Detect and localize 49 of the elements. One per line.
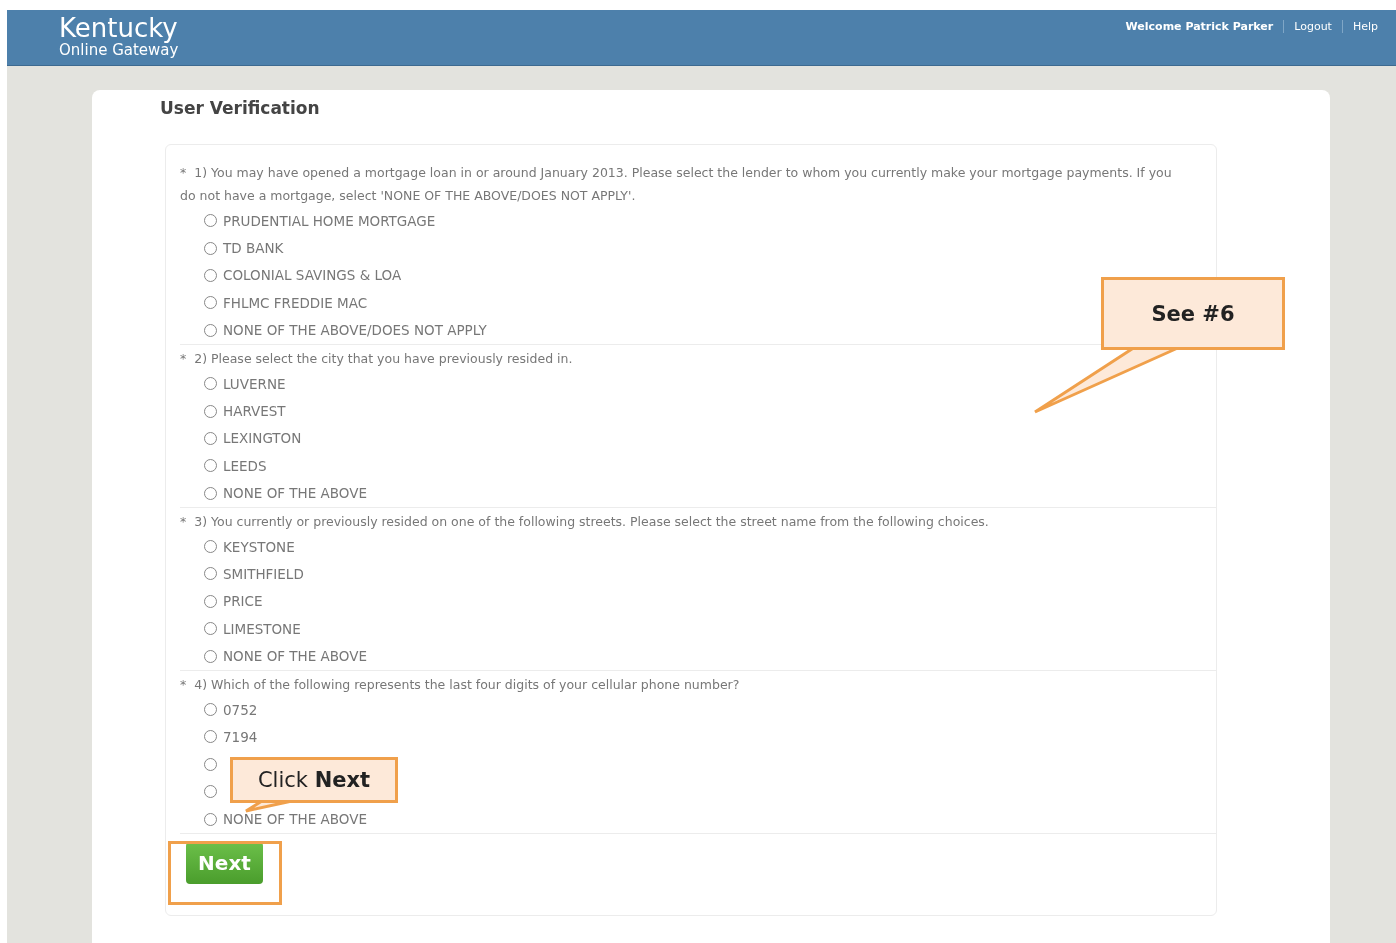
header-link[interactable]: Help bbox=[1341, 20, 1388, 33]
radio-button[interactable] bbox=[204, 404, 217, 418]
question-text: * 3) You currently or previously resided on one of the following streets. Please select the street name from the following choices. bbox=[180, 512, 990, 531]
option-label: NONE OF THE ABOVE bbox=[223, 485, 367, 502]
option-label: 0752 bbox=[223, 701, 258, 718]
logo: Kentucky Online Gateway bbox=[59, 14, 179, 61]
radio-button[interactable] bbox=[204, 296, 217, 310]
header-link[interactable]: Logout bbox=[1283, 20, 1342, 33]
radio-button[interactable] bbox=[204, 757, 217, 771]
option-label: LIMESTONE bbox=[223, 620, 301, 637]
option-label: 7194 bbox=[223, 728, 258, 745]
radio-button[interactable] bbox=[204, 268, 217, 282]
option-label: LEXINGTON bbox=[223, 430, 302, 447]
radio-button[interactable] bbox=[204, 622, 217, 636]
option-label: COLONIAL SAVINGS & LOA bbox=[223, 267, 402, 284]
radio-button[interactable] bbox=[204, 377, 217, 391]
option-label: KEYSTONE bbox=[223, 538, 295, 555]
radio-button[interactable] bbox=[204, 730, 217, 744]
option-label: PRICE bbox=[223, 593, 263, 610]
option-label: NONE OF THE ABOVE bbox=[223, 811, 367, 828]
option-label: LEEDS bbox=[223, 457, 267, 474]
radio-button[interactable] bbox=[204, 431, 217, 445]
question-text: * 4) Which of the following represents the last four digits of your cellular phone number? bbox=[180, 675, 741, 694]
radio-button[interactable] bbox=[204, 812, 217, 826]
radio-button[interactable] bbox=[204, 567, 217, 581]
radio-button[interactable] bbox=[204, 540, 217, 554]
option-label: SMITHFIELD bbox=[223, 566, 304, 582]
welcome-text: Welcome Patrick Parker bbox=[1124, 20, 1275, 33]
radio-button[interactable] bbox=[204, 649, 217, 663]
next-button[interactable]: Next bbox=[186, 841, 263, 884]
radio-button[interactable] bbox=[204, 241, 217, 255]
page-title: User Verification bbox=[160, 98, 321, 118]
option-label: HARVEST bbox=[223, 403, 286, 420]
radio-button[interactable] bbox=[204, 486, 217, 500]
radio-button[interactable] bbox=[204, 459, 217, 473]
question-text: * 2) Please select the city that you have previously resided in. bbox=[180, 349, 574, 368]
radio-button[interactable] bbox=[204, 214, 217, 228]
callout-box: See #6 bbox=[1101, 277, 1285, 350]
option-label: TD BANK bbox=[223, 240, 284, 257]
radio-button[interactable] bbox=[204, 594, 217, 608]
option-label: FHLMC FREDDIE MAC bbox=[223, 294, 368, 311]
question-text: * 1) You may have opened a mortgage loan in or around January 2013. Please select the lender to whom you currently make your mortgage payments. If you do not have a mortgage, select 'NONE OF THE ABOVE/DOES NOT APPLY'. bbox=[180, 164, 1173, 205]
option-label: NONE OF THE ABOVE/DOES NOT APPLY bbox=[223, 322, 487, 339]
radio-button[interactable] bbox=[204, 323, 217, 337]
option-label: PRUDENTIAL HOME MORTGAGE bbox=[223, 212, 436, 229]
radio-button[interactable] bbox=[204, 703, 217, 717]
option-label: LUVERNE bbox=[223, 375, 286, 392]
radio-button[interactable] bbox=[204, 785, 217, 799]
option-label: NONE OF THE ABOVE bbox=[223, 648, 367, 665]
